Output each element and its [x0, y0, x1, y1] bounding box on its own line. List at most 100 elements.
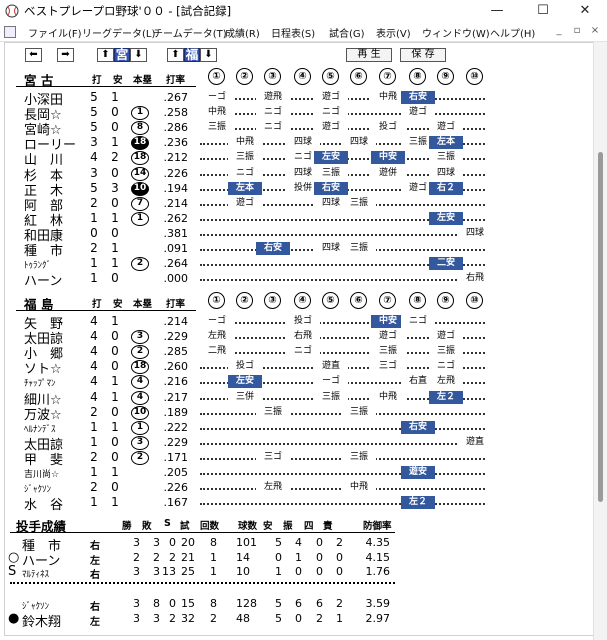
- player-name[interactable]: ﾁｬｯﾌﾟﾏﾝ: [24, 376, 56, 389]
- pitch-stat: 1: [210, 565, 217, 578]
- pitch-stat: 2: [133, 550, 140, 564]
- menu-window[interactable]: ウィンドウ(W): [422, 25, 490, 40]
- rbi-circle: 3: [131, 435, 149, 450]
- hits: 0: [111, 105, 119, 120]
- menu-schedule[interactable]: 日程表(S): [271, 25, 315, 40]
- mdi-close-button[interactable]: ×: [588, 25, 602, 36]
- at-bat-result: ニゴ: [429, 360, 463, 374]
- at-bat-result: 遊安: [401, 466, 435, 479]
- window-title: ベストプレープロ野球'００ - [試合記録]: [24, 4, 232, 18]
- team1-up-button[interactable]: ⬆: [97, 48, 114, 62]
- pitching-team-separator: [10, 582, 395, 584]
- player-name[interactable]: ハーン: [24, 270, 62, 289]
- at-bat-result: 中安: [371, 151, 405, 165]
- pitch-stat: 3: [133, 597, 140, 610]
- minimize-button[interactable]: —: [475, 0, 519, 22]
- player-name[interactable]: ソト☆: [24, 358, 62, 377]
- menu-league-data[interactable]: リーグデータ(L): [82, 25, 155, 40]
- menu-game[interactable]: 試合(G): [329, 25, 365, 40]
- at-bats: 1: [90, 271, 98, 286]
- player-name[interactable]: ｼﾞｬｸｿﾝ: [24, 482, 51, 495]
- batting-avg: .212: [163, 151, 189, 165]
- team1-button[interactable]: 宮: [114, 48, 130, 62]
- at-bat-result: 中飛: [371, 390, 405, 404]
- player-name[interactable]: 種 市: [24, 240, 63, 259]
- player-name[interactable]: 水 谷: [24, 494, 63, 513]
- player-name[interactable]: 甲 斐: [24, 449, 63, 468]
- player-name[interactable]: 吉川尚☆: [24, 467, 59, 480]
- at-bat-result: 遊ゴ: [371, 330, 405, 344]
- at-bat-result: 左本: [429, 136, 463, 150]
- pitch-stat: 5: [275, 611, 282, 625]
- pitch-stat: 2.97: [365, 611, 391, 625]
- pitch-stat: 14: [236, 550, 250, 564]
- menu-stats[interactable]: 成績(R): [225, 25, 260, 40]
- menu-view[interactable]: 表示(V): [376, 25, 411, 40]
- at-bats: 1: [90, 256, 98, 271]
- mdi-restore-button[interactable]: ▫: [570, 25, 584, 36]
- baseball-app-icon: [5, 4, 19, 18]
- pitch-col-header: S: [164, 518, 171, 529]
- menu-file[interactable]: ファイル(F): [28, 25, 82, 40]
- pitch-stat: 3: [153, 565, 160, 578]
- menu-help[interactable]: ヘルプ(H): [490, 25, 535, 40]
- team2-down-button[interactable]: ⬇: [200, 48, 217, 62]
- pitch-stat: 0: [275, 550, 282, 564]
- at-bats: 5: [90, 180, 98, 195]
- scrollbar-thumb[interactable]: [598, 152, 603, 502]
- batting-avg: .262: [163, 211, 189, 225]
- at-bats: 5: [90, 120, 98, 135]
- next-game-button[interactable]: ➡: [57, 48, 74, 62]
- at-bat-result: 遊ゴ: [314, 121, 348, 135]
- hits: 0: [111, 195, 119, 210]
- save-button[interactable]: 保 存: [400, 48, 446, 62]
- at-bat-result: 左飛: [256, 481, 290, 495]
- prev-game-button[interactable]: ⬅: [25, 48, 42, 62]
- at-bat-result: 遊直: [314, 360, 348, 374]
- at-bat-result: 遊直: [458, 435, 492, 449]
- pitch-stat: 3: [153, 611, 160, 625]
- at-bat-result: ニゴ: [256, 106, 290, 120]
- team2-up-button[interactable]: ⬆: [167, 48, 184, 62]
- at-bat-result: 左２: [401, 496, 435, 510]
- pitch-stat: 0: [316, 536, 323, 549]
- pitch-stat: 0: [295, 565, 302, 578]
- menu-team-data[interactable]: チームデータ(T): [153, 25, 227, 40]
- at-bat-result: 三振: [342, 450, 376, 464]
- rbi-circle: 2: [131, 257, 149, 272]
- hits: 1: [111, 419, 119, 434]
- mdi-minimize-button[interactable]: _: [552, 25, 566, 36]
- close-button[interactable]: ✕: [563, 0, 607, 22]
- batting-avg: .226: [163, 166, 189, 180]
- vertical-scrollbar[interactable]: [593, 42, 607, 640]
- pitch-stat: 21: [181, 550, 195, 564]
- hits: 0: [111, 434, 119, 449]
- at-bat-result: 遊ゴ: [429, 121, 463, 135]
- pitch-stat: 128: [236, 597, 257, 610]
- at-bat-result: 右２: [429, 181, 463, 195]
- pitcher-name[interactable]: ﾏﾙﾃｨﾈｽ: [22, 567, 49, 580]
- batting-avg: .222: [163, 420, 189, 434]
- player-name[interactable]: ﾄｩﾗﾝｸﾞ: [24, 258, 51, 271]
- row-leader-dots: [200, 473, 485, 475]
- hits: 0: [111, 359, 119, 374]
- pitcher-result-mark: S: [8, 564, 17, 579]
- inning-8-marker: ⑧: [409, 68, 426, 85]
- team1-down-button[interactable]: ⬇: [130, 48, 147, 62]
- team2-button[interactable]: 福: [184, 48, 200, 62]
- at-bats: 5: [90, 105, 98, 120]
- pitcher-name[interactable]: ハーン: [22, 550, 60, 569]
- player-name[interactable]: 万波☆: [24, 404, 62, 423]
- pitcher-name[interactable]: 鈴木翔: [22, 611, 61, 630]
- player-name[interactable]: ﾍﾙﾅﾝﾃﾞｽ: [24, 422, 56, 435]
- mdi-child-icon[interactable]: [4, 26, 16, 38]
- at-bats: 2: [90, 195, 98, 210]
- at-bat-result: 三ゴ: [371, 360, 405, 374]
- maximize-button[interactable]: ☐: [521, 0, 565, 22]
- pitch-col-header: 回数: [200, 521, 220, 532]
- at-bat-result: 三ゴ: [256, 450, 290, 464]
- replay-button[interactable]: 再 生: [346, 48, 392, 62]
- pitch-stat: 2: [169, 611, 176, 625]
- pitch-col-header: 敗: [142, 521, 152, 532]
- pitch-stat: 48: [236, 611, 250, 625]
